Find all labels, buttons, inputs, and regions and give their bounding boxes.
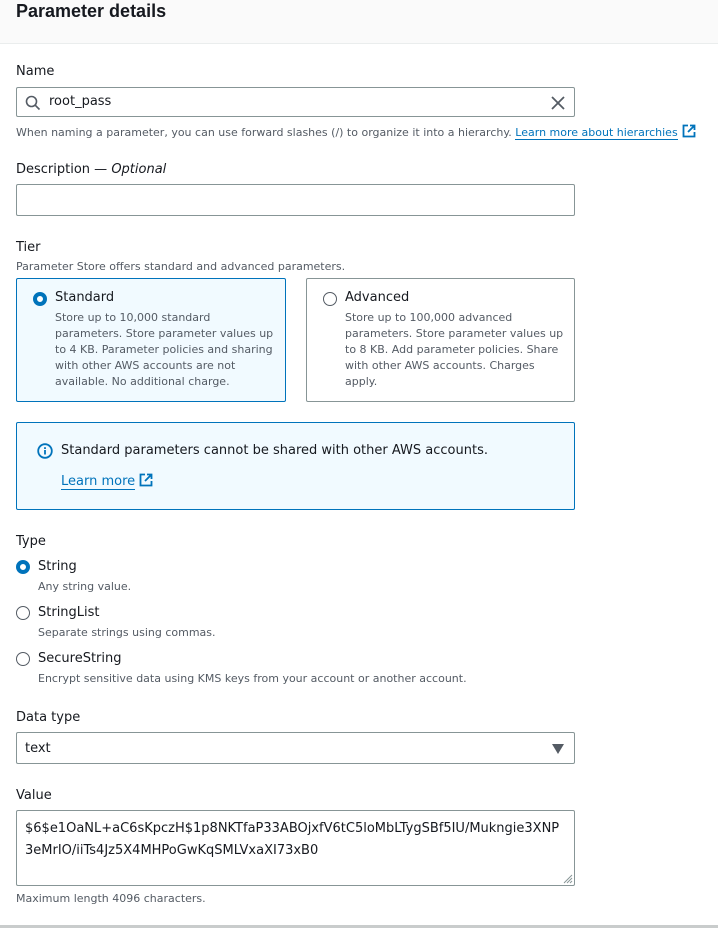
tier-label: Tier [16, 240, 41, 255]
section-header: Parameter details [0, 0, 718, 44]
tier-standard-name: Standard [55, 290, 115, 305]
external-link-icon [682, 124, 696, 138]
type-string-name: String [38, 559, 77, 574]
alert-learn-more: Learn more [61, 473, 153, 490]
value-label: Value [16, 788, 52, 803]
radio-standard[interactable] [33, 292, 47, 306]
tier-advanced-name: Advanced [345, 290, 410, 305]
tier-tile-advanced[interactable]: Advanced Store up to 100,000 advanced pa… [306, 278, 575, 402]
info-alert: Standard parameters cannot be shared wit… [16, 422, 575, 510]
value-text: $6$e1OaNL+aC6sKpczH$1p8NKTfaP33ABOjxfV6t… [25, 821, 560, 858]
radio-stringlist[interactable] [16, 606, 30, 620]
name-input[interactable]: root_pass [16, 87, 575, 117]
radio-securestring[interactable] [16, 652, 30, 666]
info-icon [37, 443, 53, 459]
value-hint: Maximum length 4096 characters. [16, 892, 206, 905]
alert-message: Standard parameters cannot be shared wit… [61, 443, 488, 458]
resize-handle-icon[interactable] [563, 874, 573, 884]
external-link-icon [139, 473, 153, 487]
radio-string[interactable] [16, 560, 30, 574]
learn-more-hierarchies-link[interactable]: Learn more about hierarchies [515, 126, 678, 140]
description-input[interactable] [16, 184, 575, 216]
search-icon [25, 95, 41, 111]
caret-down-icon [552, 744, 564, 754]
tier-hint: Parameter Store offers standard and adva… [16, 260, 346, 273]
data-type-label: Data type [16, 710, 81, 725]
value-textarea[interactable]: $6$e1OaNL+aC6sKpczH$1p8NKTfaP33ABOjxfV6t… [16, 810, 575, 886]
type-string-desc: Any string value. [38, 580, 132, 593]
page-title: Parameter details [16, 1, 167, 21]
name-hint: When naming a parameter, you can use for… [16, 124, 696, 140]
description-label: Description — Optional [16, 162, 167, 177]
optional-tag: Optional [111, 162, 167, 177]
name-label: Name [16, 64, 55, 79]
data-type-select[interactable]: text [16, 732, 575, 764]
type-securestring-desc: Encrypt sensitive data using KMS keys fr… [38, 672, 467, 685]
type-stringlist-name: StringList [38, 605, 100, 620]
tier-tile-standard[interactable]: Standard Store up to 10,000 standard par… [16, 278, 286, 402]
tier-standard-desc: Store up to 10,000 standard parameters. … [55, 311, 274, 388]
tier-advanced-desc: Store up to 100,000 advanced parameters.… [345, 311, 564, 388]
type-label: Type [16, 534, 46, 549]
name-input-value: root_pass [49, 94, 112, 109]
type-securestring-name: SecureString [38, 651, 122, 666]
clear-icon[interactable] [550, 95, 566, 111]
name-hint-text: When naming a parameter, you can use for… [16, 126, 512, 139]
radio-advanced[interactable] [323, 292, 337, 306]
type-stringlist-desc: Separate strings using commas. [38, 626, 216, 639]
data-type-selected: text [25, 741, 51, 756]
learn-more-link[interactable]: Learn more [61, 474, 136, 490]
